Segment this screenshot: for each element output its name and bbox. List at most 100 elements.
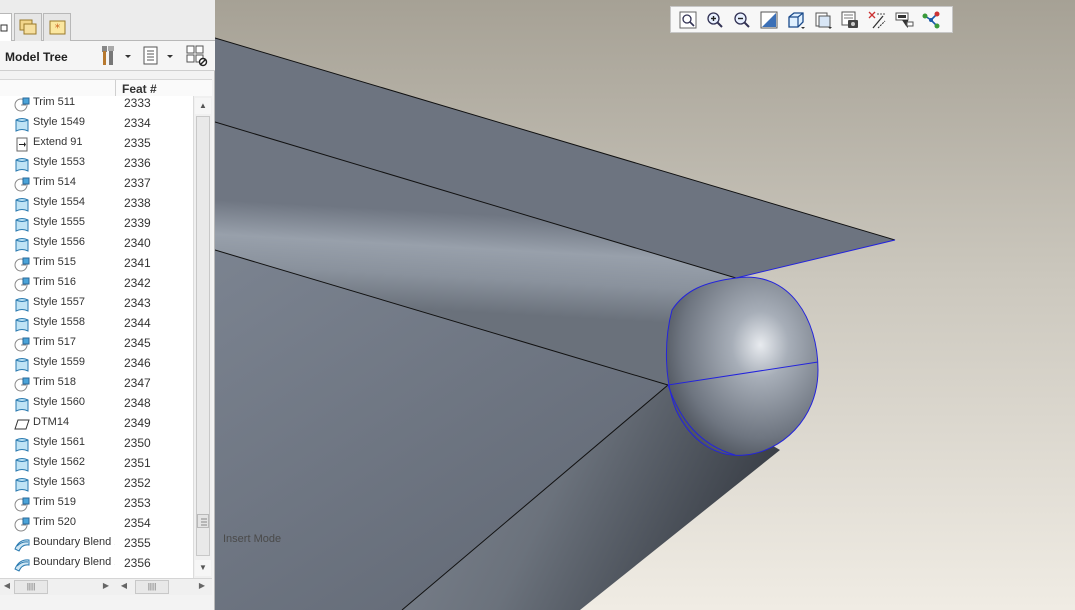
- tree-item[interactable]: Style 1560 2348: [0, 394, 193, 414]
- tree-item[interactable]: Trim 520 2354: [0, 514, 193, 534]
- tree-item[interactable]: Style 1557 2343: [0, 294, 193, 314]
- tree-column-header: Feat #: [0, 79, 212, 97]
- tree-vertical-scrollbar[interactable]: ▲ ▼: [193, 96, 212, 578]
- tree-item-label: Trim 511: [33, 96, 76, 108]
- trim-icon: [14, 337, 30, 352]
- tree-item[interactable]: Extend 91 2335: [0, 134, 193, 154]
- tree-item-label: Style 1558: [33, 316, 85, 328]
- repaint-icon[interactable]: [757, 9, 781, 31]
- style-icon: [14, 437, 30, 452]
- tree-filter-icon: [186, 45, 208, 67]
- tree-item-feat-number: 2345: [124, 336, 151, 350]
- tab-model-tree[interactable]: [0, 13, 12, 41]
- saved-views-icon[interactable]: [811, 9, 835, 31]
- tab-folder-browser[interactable]: [14, 13, 42, 41]
- zoom-out-icon[interactable]: [730, 9, 754, 31]
- tree-item-feat-number: 2333: [124, 96, 151, 110]
- display-style-icon[interactable]: [784, 9, 808, 31]
- tree-item[interactable]: Boundary Blend 2 2356: [0, 554, 193, 574]
- scroll-track[interactable]: [196, 116, 210, 556]
- style-icon: [14, 397, 30, 412]
- tree-horizontal-scrollbar[interactable]: ◀ |||| ▶ ◀ |||| ▶: [0, 578, 212, 595]
- zoom-in-icon[interactable]: [703, 9, 727, 31]
- annotation-display-icon[interactable]: [892, 9, 916, 31]
- spin-center-icon[interactable]: [865, 9, 889, 31]
- tree-item[interactable]: Style 1554 2338: [0, 194, 193, 214]
- tree-item-feat-number: 2342: [124, 276, 151, 290]
- extend-icon: [14, 137, 30, 152]
- tree-item-feat-number: 2337: [124, 176, 151, 190]
- tree-item-feat-number: 2356: [124, 556, 151, 570]
- tree-item[interactable]: Style 1561 2350: [0, 434, 193, 454]
- tree-item-label: Style 1561: [33, 436, 85, 448]
- tree-item[interactable]: Trim 519 2353: [0, 494, 193, 514]
- tree-item-label: Trim 516: [33, 276, 76, 288]
- model-view[interactable]: [215, 0, 1075, 610]
- show-menu[interactable]: [140, 44, 178, 68]
- tree-item-feat-number: 2334: [124, 116, 151, 130]
- tree-item[interactable]: Style 1556 2340: [0, 234, 193, 254]
- scroll-thumb[interactable]: [197, 514, 209, 528]
- style-icon: [14, 237, 30, 252]
- datum-plane-icon: [14, 417, 30, 432]
- scroll-left-arrow-2[interactable]: ◀: [118, 580, 130, 594]
- graphics-toolbar: [670, 6, 953, 33]
- tree-item-feat-number: 2347: [124, 376, 151, 390]
- tree-filters-button[interactable]: [185, 44, 211, 68]
- model-tree-title: Model Tree: [5, 50, 68, 64]
- tree-item-label: Trim 515: [33, 256, 76, 268]
- datum-display-icon[interactable]: [919, 9, 943, 31]
- tree-item-label: Style 1562: [33, 456, 85, 468]
- scroll-left-arrow[interactable]: ◀: [2, 580, 12, 594]
- graphics-viewport[interactable]: Insert Mode: [215, 0, 1075, 610]
- scroll-right-arrow-2[interactable]: ▶: [196, 580, 208, 594]
- scroll-down-arrow[interactable]: ▼: [195, 560, 211, 576]
- trim-icon: [14, 497, 30, 512]
- tree-item[interactable]: Trim 511 2333: [0, 96, 193, 114]
- settings-menu[interactable]: [99, 44, 133, 68]
- style-icon: [14, 217, 30, 232]
- app-window: Insert Mode * Model Tree Feat # Trim 511…: [0, 0, 1075, 610]
- tree-item[interactable]: Trim 515 2341: [0, 254, 193, 274]
- tree-item[interactable]: Style 1559 2346: [0, 354, 193, 374]
- name-column-scroll-thumb[interactable]: ||||: [14, 580, 48, 594]
- feat-column-scroll-thumb[interactable]: ||||: [135, 580, 169, 594]
- tree-item-feat-number: 2354: [124, 516, 151, 530]
- favorites-icon: *: [49, 20, 66, 35]
- tree-item-label: Style 1555: [33, 216, 85, 228]
- tree-item[interactable]: Trim 514 2337: [0, 174, 193, 194]
- style-icon: [14, 457, 30, 472]
- view-manager-icon[interactable]: [838, 9, 862, 31]
- tree-item[interactable]: DTM14 2349: [0, 414, 193, 434]
- tree-item[interactable]: Style 1562 2351: [0, 454, 193, 474]
- tree-item-feat-number: 2338: [124, 196, 151, 210]
- sphere-corner[interactable]: [666, 277, 818, 456]
- style-icon: [14, 197, 30, 212]
- tree-item-label: Style 1549: [33, 116, 85, 128]
- tree-item-feat-number: 2349: [124, 416, 151, 430]
- tree-item[interactable]: Trim 518 2347: [0, 374, 193, 394]
- style-icon: [14, 157, 30, 172]
- trim-icon: [14, 277, 30, 292]
- tree-item[interactable]: Style 1549 2334: [0, 114, 193, 134]
- style-icon: [14, 357, 30, 372]
- tree-item[interactable]: Trim 517 2345: [0, 334, 193, 354]
- refit-icon[interactable]: [676, 9, 700, 31]
- scroll-up-arrow[interactable]: ▲: [195, 98, 211, 114]
- model-tree-header: Model Tree: [0, 41, 215, 71]
- svg-text:*: *: [55, 22, 61, 35]
- tools-icon: [102, 46, 131, 65]
- tree-item[interactable]: Style 1558 2344: [0, 314, 193, 334]
- tree-item-feat-number: 2348: [124, 396, 151, 410]
- feat-number-column[interactable]: Feat #: [122, 82, 157, 96]
- tree-item[interactable]: Style 1553 2336: [0, 154, 193, 174]
- tree-item[interactable]: Boundary Blend 2 2355: [0, 534, 193, 554]
- tree-item-feat-number: 2353: [124, 496, 151, 510]
- tree-item-feat-number: 2350: [124, 436, 151, 450]
- scroll-right-arrow[interactable]: ▶: [100, 580, 112, 594]
- trim-icon: [14, 177, 30, 192]
- tree-item[interactable]: Style 1563 2352: [0, 474, 193, 494]
- tree-item[interactable]: Trim 516 2342: [0, 274, 193, 294]
- tab-favorites[interactable]: *: [43, 13, 71, 41]
- tree-item[interactable]: Style 1555 2339: [0, 214, 193, 234]
